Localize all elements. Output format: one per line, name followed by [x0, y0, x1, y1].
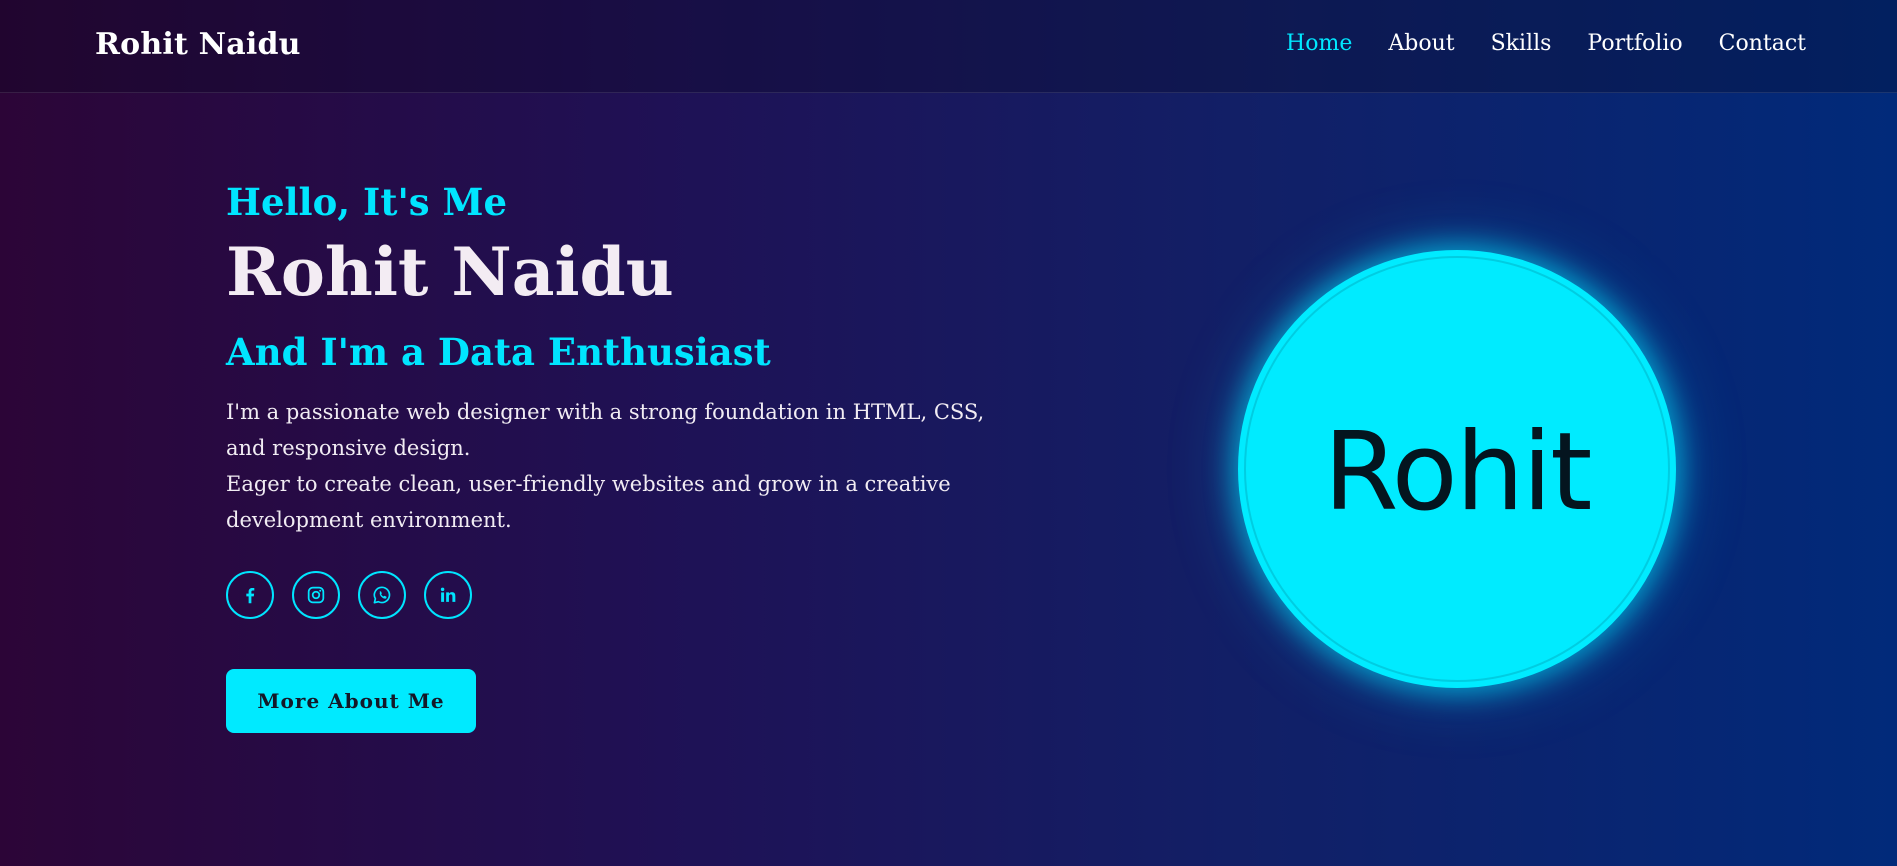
linkedin-link[interactable]: [424, 571, 472, 619]
hero-name: Rohit Naidu: [226, 233, 674, 311]
nav-about[interactable]: About: [1388, 31, 1454, 56]
site-logo[interactable]: Rohit Naidu: [95, 27, 301, 62]
profile-avatar: Rohit: [1238, 250, 1676, 688]
hero-greeting: Hello, It's Me: [226, 180, 507, 224]
facebook-icon: [246, 587, 255, 604]
linkedin-icon: [440, 587, 456, 602]
main-nav: Home About Skills Portfolio Contact: [1286, 31, 1806, 56]
instagram-icon: [307, 586, 325, 604]
whatsapp-icon: [373, 586, 391, 604]
nav-portfolio[interactable]: Portfolio: [1587, 31, 1682, 56]
hero-description: I'm a passionate web designer with a str…: [226, 394, 1016, 538]
social-links: [226, 571, 1026, 619]
nav-skills[interactable]: Skills: [1491, 31, 1552, 56]
more-about-me-button[interactable]: More About Me: [226, 669, 476, 733]
avatar-ring: [1244, 256, 1670, 682]
instagram-link[interactable]: [292, 571, 340, 619]
nav-contact[interactable]: Contact: [1719, 31, 1806, 56]
whatsapp-link[interactable]: [358, 571, 406, 619]
hero-role: And I'm a Data Enthusiast: [226, 330, 771, 374]
site-header: Rohit Naidu Home About Skills Portfolio …: [0, 0, 1897, 93]
hero-intro: Hello, It's Me Rohit Naidu And I'm a Dat…: [226, 176, 1026, 733]
hero-description-line-2: Eager to create clean, user-friendly web…: [226, 472, 951, 532]
facebook-link[interactable]: [226, 571, 274, 619]
nav-home[interactable]: Home: [1286, 31, 1352, 56]
hero-description-line-1: I'm a passionate web designer with a str…: [226, 400, 985, 460]
